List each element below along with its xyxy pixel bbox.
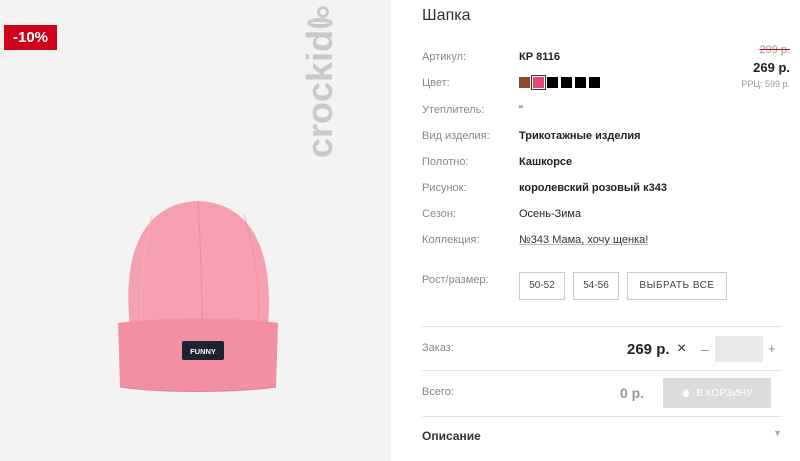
description-toggle[interactable]: Описание bbox=[422, 429, 481, 443]
increase-quantity-button[interactable]: + bbox=[768, 341, 776, 356]
attr-value: королевский розовый к343 bbox=[519, 182, 667, 194]
attr-label: Утеплитель: bbox=[422, 104, 485, 116]
size-option[interactable]: 50-52 bbox=[519, 272, 565, 300]
attr-label: Цвет: bbox=[422, 77, 450, 89]
color-swatch[interactable] bbox=[519, 77, 530, 88]
size-option[interactable]: 54-56 bbox=[573, 272, 619, 300]
add-to-cart-label: В КОРЗИНУ bbox=[696, 387, 753, 399]
order-price: 269 р. bbox=[627, 341, 670, 358]
attr-label: Полотно: bbox=[422, 156, 469, 168]
divider bbox=[422, 326, 782, 327]
color-swatches bbox=[519, 75, 600, 90]
attr-label: Рисунок: bbox=[422, 182, 467, 194]
divider bbox=[422, 416, 782, 417]
brand-logo-icon bbox=[307, 18, 333, 28]
current-price: 269 р. bbox=[753, 60, 790, 75]
add-to-cart-button[interactable]: В КОРЗИНУ bbox=[663, 378, 771, 408]
product-title: Шапка bbox=[422, 7, 471, 24]
recommended-price: РРЦ: 599 р. bbox=[741, 79, 790, 89]
order-label: Заказ: bbox=[422, 342, 454, 354]
attr-label: Сезон: bbox=[422, 208, 456, 220]
attr-value: " bbox=[519, 104, 523, 116]
decrease-quantity-button[interactable]: – bbox=[701, 341, 709, 357]
collection-link[interactable]: №343 Мама, хочу щенка! bbox=[519, 233, 648, 247]
size-label: Рост/размер: bbox=[422, 274, 489, 286]
hat-photo: FUNNY bbox=[118, 200, 278, 392]
color-swatch[interactable] bbox=[589, 77, 600, 88]
color-swatch-selected[interactable] bbox=[531, 75, 546, 90]
color-swatch[interactable] bbox=[547, 77, 558, 88]
old-price: 299 р. bbox=[759, 44, 790, 56]
total-label: Всего: bbox=[422, 386, 454, 398]
color-swatch[interactable] bbox=[561, 77, 572, 88]
attr-value: Трикотажные изделия bbox=[519, 130, 641, 142]
attr-value: Осень-Зима bbox=[519, 208, 582, 220]
attr-value: КР 8116 bbox=[519, 51, 560, 63]
divider bbox=[422, 370, 782, 371]
cart-icon bbox=[683, 389, 690, 397]
total-value: 0 р. bbox=[620, 385, 645, 401]
quantity-input[interactable] bbox=[715, 336, 763, 362]
brand-logo: crockid bbox=[299, 18, 340, 158]
attr-label: Вид изделия: bbox=[422, 130, 490, 142]
chevron-down-icon[interactable]: ▼ bbox=[773, 428, 782, 438]
attr-label: Артикул: bbox=[422, 51, 467, 63]
product-image[interactable]: -10% crockid FUNNY bbox=[0, 0, 391, 461]
attr-label: Коллекция: bbox=[422, 234, 480, 246]
select-all-sizes-button[interactable]: ВЫБРАТЬ ВСЕ bbox=[627, 272, 727, 300]
attr-value: Кашкорсе bbox=[519, 156, 573, 168]
discount-badge: -10% bbox=[4, 25, 58, 50]
hat-tag-label: FUNNY bbox=[190, 347, 216, 356]
times-icon: × bbox=[677, 340, 687, 357]
color-swatch[interactable] bbox=[575, 77, 586, 88]
product-info: Шапка 299 р. 269 р. РРЦ: 599 р. Артикул:… bbox=[422, 0, 800, 461]
brand-logo-text: crockid bbox=[299, 29, 340, 158]
